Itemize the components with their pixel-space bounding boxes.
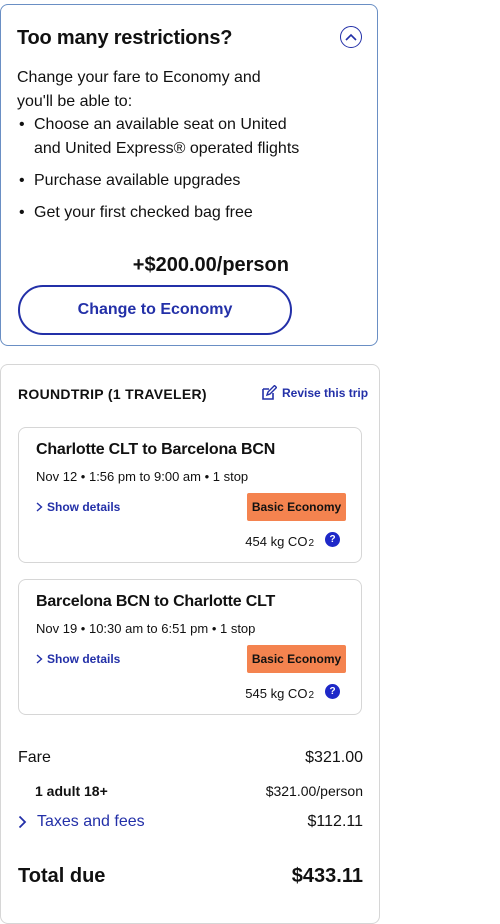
collapse-button[interactable]: [340, 26, 362, 48]
fare-class-badge: Basic Economy: [247, 493, 346, 521]
upsell-title: Too many restrictions?: [17, 27, 233, 49]
co2-emissions: 454 kg CO 2: [245, 534, 314, 549]
flight-card-return: Barcelona BCN to Charlotte CLT Nov 19 • …: [18, 579, 362, 715]
trip-heading: ROUNDTRIP (1 TRAVELER): [18, 386, 207, 402]
chevron-right-icon: [36, 654, 43, 664]
co2-emissions: 545 kg CO 2: [245, 686, 314, 701]
benefits-list: Choose an available seat on United and U…: [17, 113, 307, 233]
chevron-right-icon: [18, 815, 27, 829]
revise-trip-label: Revise this trip: [282, 386, 369, 400]
co2-subscript: 2: [308, 690, 314, 701]
revise-trip-link[interactable]: Revise this trip: [261, 385, 368, 401]
flight-route: Charlotte CLT to Barcelona BCN: [36, 441, 276, 458]
taxes-value: $112.11: [307, 813, 363, 830]
fare-label: Fare: [18, 749, 51, 766]
flight-route: Barcelona BCN to Charlotte CLT: [36, 593, 276, 610]
total-row: Total due $433.11: [18, 865, 363, 888]
show-details-label: Show details: [47, 500, 121, 514]
chevron-right-icon: [36, 502, 43, 512]
fare-row: Fare $321.00: [18, 749, 363, 767]
show-details-label: Show details: [47, 652, 121, 666]
co2-subscript: 2: [308, 538, 314, 549]
adult-row: 1 adult 18+ $321.00/person: [18, 783, 363, 799]
help-icon[interactable]: ?: [325, 532, 340, 547]
adult-value: $321.00/person: [265, 783, 363, 799]
co2-value: 454 kg CO: [245, 534, 308, 549]
benefit-item: Purchase available upgrades: [17, 169, 307, 193]
trip-summary-card: ROUNDTRIP (1 TRAVELER) Revise this trip …: [0, 364, 380, 924]
price-delta: +$200.00/person: [132, 254, 289, 276]
adult-label: 1 adult 18+: [35, 783, 108, 799]
flight-card-outbound: Charlotte CLT to Barcelona BCN Nov 12 • …: [18, 427, 362, 563]
edit-icon: [262, 385, 277, 400]
fare-value: $321.00: [305, 749, 363, 766]
total-label: Total due: [18, 865, 106, 887]
taxes-and-fees-link[interactable]: Taxes and fees: [18, 813, 145, 831]
flight-time: Nov 12 • 1:56 pm to 9:00 am • 1 stop: [36, 469, 249, 484]
benefit-item: Get your first checked bag free: [17, 201, 307, 225]
change-to-economy-button[interactable]: Change to Economy: [18, 285, 292, 335]
taxes-row: Taxes and fees $112.11: [18, 813, 363, 831]
chevron-up-icon: [345, 33, 357, 41]
taxes-label: Taxes and fees: [37, 813, 145, 830]
upsell-card: Too many restrictions? Change your fare …: [0, 4, 378, 346]
flight-time: Nov 19 • 10:30 am to 6:51 pm • 1 stop: [36, 621, 256, 636]
show-details-link[interactable]: Show details: [36, 652, 120, 666]
co2-value: 545 kg CO: [245, 686, 308, 701]
fare-class-badge: Basic Economy: [247, 645, 346, 673]
upsell-intro: Change your fare to Economy and you'll b…: [17, 69, 261, 110]
show-details-link[interactable]: Show details: [36, 500, 120, 514]
benefit-item: Choose an available seat on United and U…: [17, 113, 307, 161]
help-icon[interactable]: ?: [325, 684, 340, 699]
total-value: $433.11: [291, 865, 363, 887]
